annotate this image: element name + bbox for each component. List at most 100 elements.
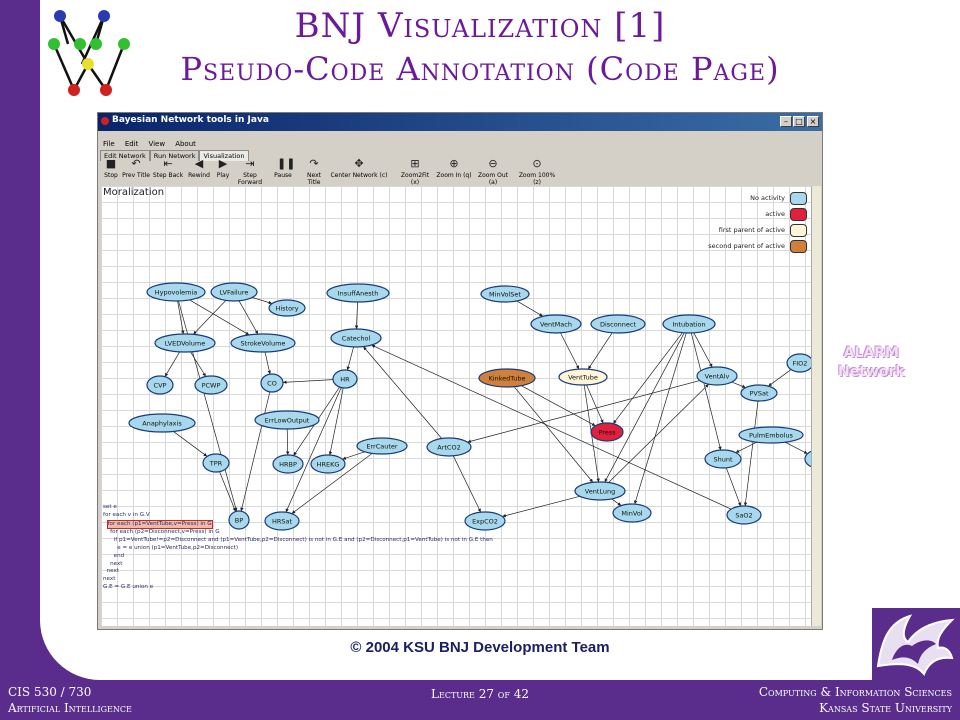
node-ventmach[interactable]: VentMach (530, 314, 582, 334)
node-ventalv[interactable]: VentAlv (696, 366, 738, 386)
node-lvedvolume[interactable]: LVEDVolume (154, 333, 216, 353)
edge-lvfailure-lvedvolume (193, 300, 227, 335)
node-co[interactable]: CO (260, 373, 284, 393)
toolbar-button-center-network-c[interactable]: ✥ Center Network (c) (328, 157, 390, 185)
toolbar-button-rewind[interactable]: ◀ Rewind (186, 157, 212, 185)
toolbar-button-zoom-in-q[interactable]: ⊕ Zoom In (q) (436, 157, 472, 185)
node-label: Disconnect (600, 320, 637, 328)
network-canvas[interactable]: Moralization No activity active first pare… (101, 186, 811, 626)
edge-anaphylaxis-tpr (173, 431, 208, 457)
close-icon[interactable]: × (807, 116, 819, 127)
toolbar-button-label: Zoom 100% (z) (518, 172, 556, 186)
node-kinkedtube[interactable]: KinkedTube (478, 368, 536, 388)
node-pulmembolus[interactable]: PulmEmbolus (738, 426, 804, 444)
node-label: VentLung (585, 487, 615, 495)
edge-disconnect-venttube (587, 332, 613, 370)
node-errlowoutput[interactable]: ErrLowOutput (254, 410, 320, 430)
minimize-icon[interactable]: – (780, 116, 792, 127)
node-errcauter[interactable]: ErrCauter (356, 437, 408, 455)
center-network-icon: ✥ (354, 157, 364, 170)
tab-bar: Edit Network Run Network Visualization (100, 143, 249, 161)
node-label: SaO2 (735, 511, 752, 519)
code-line: e = e union (p1=VentTube,p2=Disconnect) (103, 544, 239, 551)
code-line: for each (p2=Disconnect,v=Press) in G (103, 529, 220, 536)
edge-errlowoutput-hrbp (285, 428, 290, 456)
toolbar-button-zoom2fit-x[interactable]: ⊞ Zoom2Fit (x) (396, 157, 434, 187)
node-label: CO (267, 379, 277, 387)
kstate-wildcat-logo-icon (872, 608, 960, 680)
pause-icon: ❚❚ (277, 157, 296, 170)
highlighted-code-line: for each (p1=VentTube,v=Press) in G (106, 519, 213, 530)
toolbar-button-zoom-out-a[interactable]: ⊖ Zoom Out (a) (474, 157, 512, 187)
node-venttube[interactable]: VentTube (558, 368, 608, 386)
slide-title: BNJ Visualization [1] (294, 6, 666, 46)
node-ventlung[interactable]: VentLung (574, 481, 626, 501)
step-back-icon: ⇤ (163, 157, 173, 170)
node-hypovolemia[interactable]: Hypovolemia (146, 282, 206, 302)
node-artco2[interactable]: ArtCO2 (426, 437, 472, 457)
node-label: VentMach (540, 320, 572, 328)
edge-hr-co (282, 379, 334, 384)
node-label: VentAlv (705, 372, 730, 380)
node-label: ArtCO2 (437, 443, 460, 451)
toolbar-button-zoom-100-z[interactable]: ⊙ Zoom 100% (z) (514, 157, 560, 187)
maximize-icon[interactable]: □ (793, 116, 805, 127)
node-hr[interactable]: HR (332, 369, 358, 389)
node-hrbp[interactable]: HRBP (272, 454, 304, 474)
code-line: next (103, 568, 119, 575)
footer-lecture: Lecture 27 of 42 (431, 687, 529, 701)
node-press[interactable]: Press (590, 422, 624, 442)
node-pvsat[interactable]: PVSat (740, 384, 778, 402)
node-hrekg[interactable]: HREKG (310, 454, 346, 474)
toolbar-button-next-title[interactable]: ↷ Next Title (300, 157, 328, 187)
node-label: MinVolSet (489, 290, 521, 298)
node-disconnect[interactable]: Disconnect (590, 314, 646, 334)
node-history[interactable]: History (268, 299, 306, 317)
node-sao2[interactable]: SaO2 (726, 505, 762, 525)
edge-minvolset-ventmach (516, 300, 544, 317)
edge-intubation-ventlung (604, 332, 685, 483)
toolbar-button-step-forward[interactable]: ⇥ Step Forward (234, 157, 266, 187)
toolbar-button-stop[interactable]: ■ Stop (102, 157, 120, 185)
node-minvolset[interactable]: MinVolSet (480, 285, 530, 303)
node-pcwp[interactable]: PCWP (194, 375, 228, 395)
edge-catechol-hr (346, 346, 354, 371)
node-label: HR (340, 375, 350, 383)
next-title-icon: ↷ (309, 157, 319, 170)
alarm-network-label: ALARM Network (838, 344, 905, 382)
node-insuffanesth[interactable]: InsuffAnesth (326, 283, 390, 303)
edge-lvedvolume-cvp (164, 351, 181, 377)
toolbar-button-label: Play (216, 172, 230, 179)
node-intubation[interactable]: Intubation (662, 314, 716, 334)
node-minvol[interactable]: MinVol (612, 503, 652, 523)
node-label: PCWP (202, 381, 221, 389)
node-label: MinVol (621, 509, 642, 517)
node-strokevolume[interactable]: StrokeVolume (230, 333, 296, 353)
toolbar-button-label: Center Network (c) (330, 172, 388, 179)
node-tpr[interactable]: TPR (202, 453, 230, 473)
node-fio2[interactable]: FIO2 (786, 353, 811, 373)
node-label: Anaphylaxis (142, 419, 182, 427)
node-catechol[interactable]: Catechol (330, 328, 382, 348)
toolbar-button-label: Prev Title (122, 172, 150, 179)
node-label: HRBP (279, 460, 297, 468)
toolbar-button-step-back[interactable]: ⇤ Step Back (152, 157, 184, 185)
node-lvfailure[interactable]: LVFailure (210, 282, 258, 302)
vertical-scrollbar[interactable] (811, 186, 821, 626)
node-cvp[interactable]: CVP (146, 375, 174, 395)
node-anaphylaxis[interactable]: Anaphylaxis (128, 413, 196, 433)
node-shunt[interactable]: Shunt (704, 449, 742, 469)
toolbar-button-play[interactable]: ▶ Play (214, 157, 232, 185)
toolbar-button-prev-title[interactable]: ↶ Prev Title (122, 157, 150, 185)
toolbar-button-pause[interactable]: ❚❚ Pause (268, 157, 298, 185)
slide-subtitle: Pseudo-Code Annotation (Code Page) (180, 50, 780, 88)
code-line: set e (103, 504, 117, 510)
edge-intubation-shunt (690, 332, 722, 451)
node-label: Intubation (672, 320, 705, 328)
toolbar-button-label: Rewind (188, 172, 210, 179)
edge-lvfailure-strokevolume (238, 300, 259, 335)
edge-pulmembolus-shunt (735, 441, 757, 453)
edge-lvfailure-history (252, 297, 273, 305)
edge-intubation-press (613, 332, 683, 424)
node-label: Shunt (713, 455, 732, 463)
